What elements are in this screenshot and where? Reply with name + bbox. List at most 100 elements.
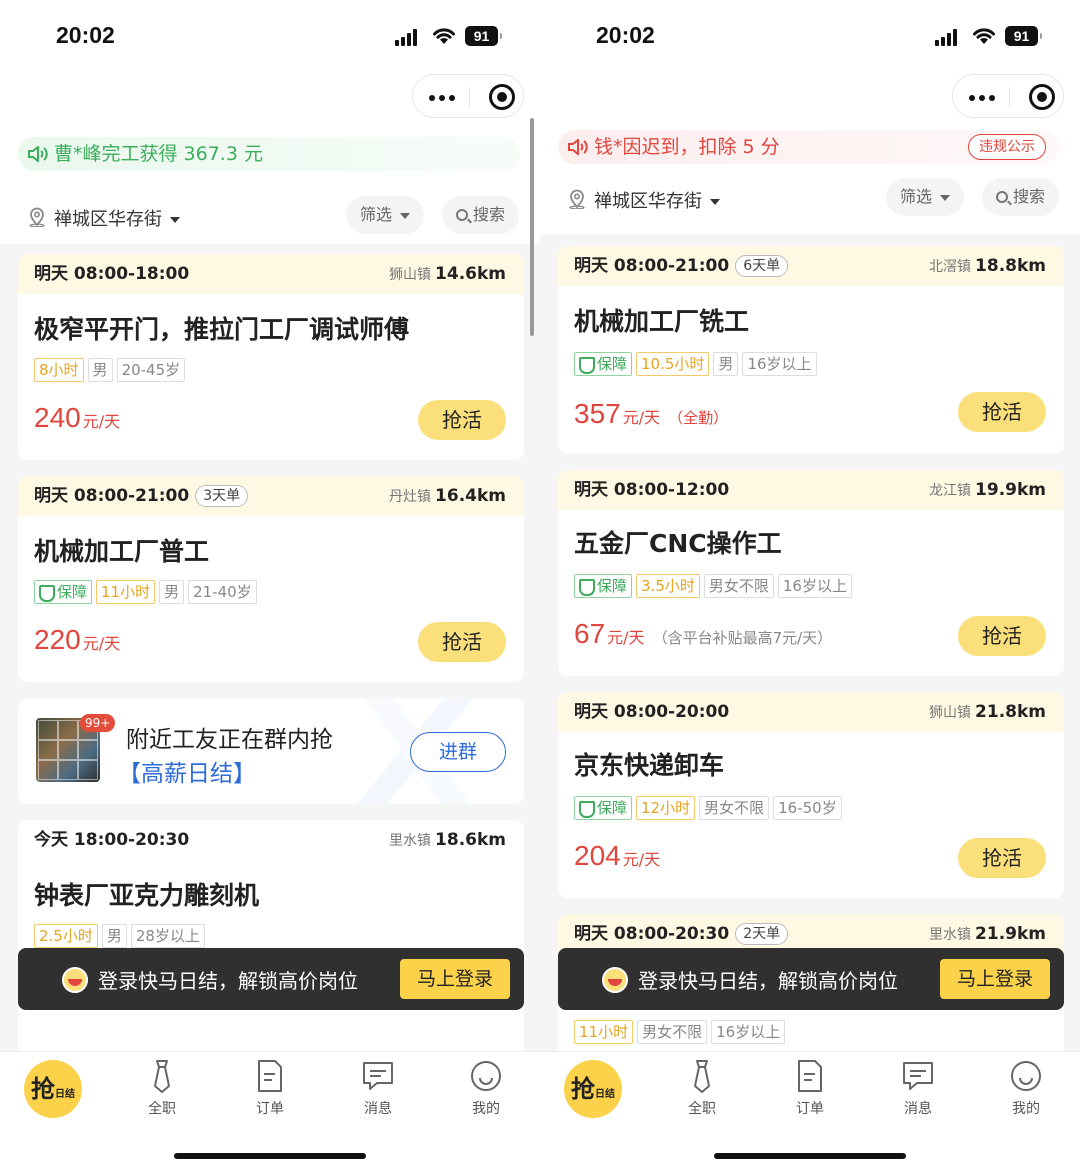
join-group-button[interactable]: 进群: [410, 732, 506, 772]
grab-job-button[interactable]: 抢活: [418, 622, 506, 662]
hours-tag: 3.5小时: [636, 574, 700, 598]
tab-label: 我的: [1012, 1101, 1040, 1117]
more-icon[interactable]: [969, 95, 995, 101]
job-town: 狮山镇: [389, 267, 432, 283]
price-unit: 元/天: [82, 412, 121, 431]
location-selector[interactable]: 禅城区华存街: [568, 187, 720, 213]
tab-profile[interactable]: 我的: [986, 1058, 1066, 1118]
phone-screen-right: 20:02 91 钱*因迟到，扣除 5 分 违规公示 禅城区华存街 筛选 搜索 …: [540, 0, 1080, 1169]
close-miniprogram-icon[interactable]: [1029, 84, 1055, 110]
location-selector[interactable]: 禅城区华存街: [28, 205, 180, 231]
scrollbar[interactable]: [530, 118, 534, 336]
job-title: 机械加工厂铣工: [574, 307, 750, 336]
status-bar: 20:02 91: [0, 0, 540, 70]
unread-count-badge: 99+: [80, 714, 116, 732]
hours-tag: 2.5小时: [34, 924, 98, 948]
tab-messages[interactable]: 消息: [338, 1058, 418, 1118]
tab-orders[interactable]: 订单: [770, 1058, 850, 1118]
status-time: 20:02: [56, 22, 115, 48]
search-button[interactable]: 搜索: [442, 196, 520, 234]
group-promo-banner[interactable]: 99+ 附近工友正在群内抢 【高薪日结】 进群: [18, 698, 524, 804]
promo-headline: 附近工友正在群内抢: [126, 727, 333, 753]
wifi-icon: [433, 28, 455, 44]
job-price: 357 元/天 （全勤）: [574, 398, 728, 430]
job-km: 18.8km: [975, 256, 1046, 276]
job-distance: 丹灶镇 16.4km: [389, 476, 506, 517]
search-button[interactable]: 搜索: [982, 178, 1060, 216]
job-card[interactable]: 明天 08:00-21:00 3天单 丹灶镇 16.4km 机械加工厂普工 保障 11…: [18, 476, 524, 682]
search-label: 搜索: [1013, 187, 1046, 206]
close-miniprogram-icon[interactable]: [489, 84, 515, 110]
job-town: 狮山镇: [929, 705, 972, 721]
capsule-divider: [1009, 87, 1010, 107]
chat-icon: [363, 1062, 393, 1090]
app-logo-icon: [602, 967, 628, 993]
battery-icon: 91: [465, 26, 502, 46]
job-card[interactable]: 今天 18:00-20:30 里水镇 18.6km 钟表厂亚克力雕刻机 2.5小时…: [18, 820, 524, 1060]
login-now-button[interactable]: 马上登录: [940, 959, 1050, 999]
phone-screen-left: 20:02 91 曹*峰完工获得 367.3 元 禅城区华存街 筛选 搜索 明天…: [0, 0, 540, 1169]
login-prompt-message: 登录快马日结，解锁高价岗位: [98, 969, 358, 993]
tab-grab[interactable]: 抢日结: [24, 1060, 82, 1118]
chat-icon: [903, 1062, 933, 1090]
price-note: （含平台补贴最高7元/天）: [652, 629, 833, 647]
age-tag: 16-50岁: [773, 796, 842, 820]
job-km: 21.8km: [975, 702, 1046, 722]
grab-job-button[interactable]: 抢活: [958, 838, 1046, 878]
speaker-icon: [568, 139, 588, 155]
gender-tag: 男: [159, 580, 185, 604]
more-icon[interactable]: [429, 95, 455, 101]
filter-bar: 禅城区华存街 筛选 搜索: [0, 192, 540, 242]
job-distance: 北滘镇 18.8km: [929, 246, 1046, 287]
price-unit: 元/天: [622, 408, 661, 427]
job-km: 18.6km: [435, 830, 506, 850]
hours-tag: 8小时: [34, 358, 84, 382]
status-bar: 20:02 91: [540, 0, 1080, 70]
cellular-signal-icon: [935, 28, 963, 46]
tab-label: 消息: [364, 1101, 392, 1117]
filter-button[interactable]: 筛选: [346, 196, 425, 234]
age-tag: 20-45岁: [116, 358, 186, 382]
job-card[interactable]: 明天 08:00-12:00 龙江镇 19.9km 五金厂CNC操作工 保障 3.5…: [558, 470, 1064, 676]
tab-fulltime[interactable]: 全职: [122, 1058, 202, 1118]
job-tags: 2.5小时男 28岁以上: [34, 924, 209, 948]
job-town: 龙江镇: [929, 483, 972, 499]
login-now-button[interactable]: 马上登录: [400, 959, 510, 999]
job-card-header: 明天 08:00-21:00 6天单 北滘镇 18.8km: [558, 246, 1064, 286]
cellular-signal-icon: [395, 28, 423, 46]
home-indicator[interactable]: [174, 1153, 366, 1159]
job-time: 今天 18:00-20:30: [34, 830, 190, 850]
tie-icon: [694, 1060, 710, 1093]
job-tags: 保障 3.5小时 男女不限 16岁以上: [574, 574, 856, 598]
violation-list-button[interactable]: 违规公示: [968, 134, 1046, 160]
job-card[interactable]: 明天 08:00-18:00 狮山镇 14.6km 极窄平开门，推拉门工厂调试师傅…: [18, 254, 524, 460]
tab-grab-sublabel: 日结: [55, 1089, 75, 1100]
speaker-icon: [28, 146, 48, 162]
job-title: 京东快递卸车: [574, 751, 725, 780]
job-town: 里水镇: [929, 927, 972, 943]
login-prompt-toast: 登录快马日结，解锁高价岗位 马上登录: [18, 948, 524, 1010]
age-tag: 21-40岁: [188, 580, 257, 604]
home-indicator[interactable]: [714, 1153, 906, 1159]
job-time: 明天 08:00-20:00: [574, 702, 730, 722]
smile-icon: [471, 1061, 501, 1091]
grab-job-button[interactable]: 抢活: [418, 400, 506, 440]
notice-text: 钱*因迟到，扣除 5 分: [594, 136, 780, 158]
grab-job-button[interactable]: 抢活: [958, 616, 1046, 656]
tab-profile[interactable]: 我的: [446, 1058, 526, 1118]
grab-job-button[interactable]: 抢活: [958, 392, 1046, 432]
job-tags: 保障 10.5小时男 16岁以上: [574, 352, 821, 376]
job-km: 21.9km: [975, 924, 1046, 944]
tab-orders[interactable]: 订单: [230, 1058, 310, 1118]
tab-fulltime[interactable]: 全职: [662, 1058, 742, 1118]
job-card[interactable]: 明天 08:00-20:00 狮山镇 21.8km 京东快递卸车 保障 12小时 男女…: [558, 692, 1064, 898]
app-logo-icon: [62, 967, 88, 993]
tab-messages[interactable]: 消息: [878, 1058, 958, 1118]
location-pin-icon: [29, 207, 45, 227]
job-km: 19.9km: [975, 480, 1046, 500]
job-card[interactable]: 明天 08:00-21:00 6天单 北滘镇 18.8km 机械加工厂铣工 保障 10…: [558, 246, 1064, 454]
gender-tag: 男女不限: [703, 574, 774, 598]
tab-grab[interactable]: 抢日结: [564, 1060, 622, 1118]
tab-label: 订单: [256, 1101, 284, 1117]
filter-button[interactable]: 筛选: [886, 178, 965, 216]
